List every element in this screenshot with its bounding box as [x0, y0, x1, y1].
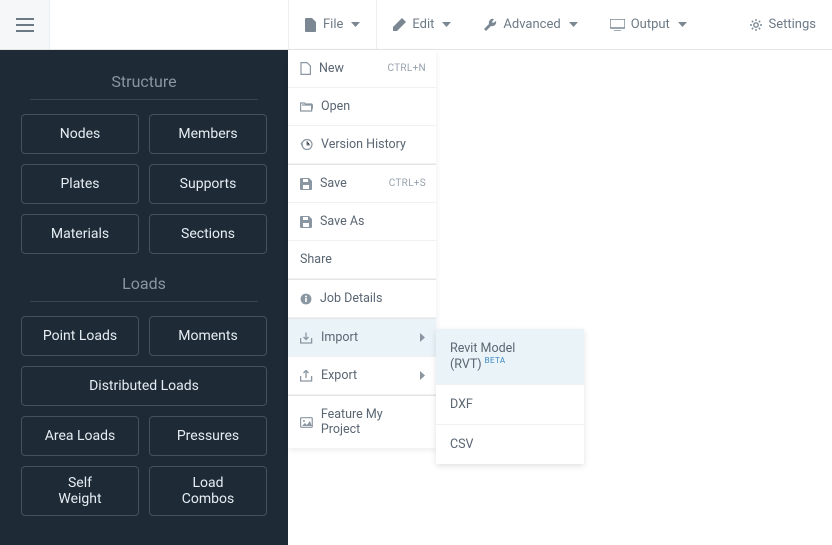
file-export[interactable]: Export	[288, 357, 436, 395]
chevron-down-icon	[351, 22, 360, 28]
file-feature-project[interactable]: Feature My Project	[288, 395, 436, 448]
structure-title: Structure	[30, 72, 258, 100]
menu-settings-label: Settings	[769, 17, 816, 32]
topbar: File Edit Advanced Output Settings	[0, 0, 832, 50]
menu-settings[interactable]: Settings	[733, 17, 832, 32]
materials-label: Materials	[51, 226, 109, 242]
self-weight-label-2: Weight	[58, 491, 101, 507]
chevron-down-icon	[442, 22, 451, 28]
self-weight-button[interactable]: Self Weight	[21, 466, 139, 516]
chevron-down-icon	[678, 22, 687, 28]
point-loads-label: Point Loads	[43, 328, 117, 344]
nodes-label: Nodes	[60, 126, 101, 142]
import-dxf-label: DXF	[450, 397, 473, 412]
area-loads-button[interactable]: Area Loads	[21, 416, 139, 456]
materials-button[interactable]: Materials	[21, 214, 139, 254]
file-share-label: Share	[300, 252, 332, 267]
chevron-down-icon	[569, 22, 578, 28]
file-open-label: Open	[321, 99, 350, 114]
moments-label: Moments	[178, 328, 237, 344]
file-new-shortcut: CTRL+N	[388, 63, 427, 74]
history-icon	[300, 138, 313, 151]
file-version-history[interactable]: Version History	[288, 126, 436, 164]
import-submenu: Revit Model (RVT)BETA DXF CSV	[436, 329, 584, 464]
load-combos-button[interactable]: Load Combos	[149, 466, 267, 516]
supports-button[interactable]: Supports	[149, 164, 267, 204]
file-feature-project-label: Feature My Project	[321, 407, 424, 437]
topbar-menu: File Edit Advanced Output	[288, 0, 703, 49]
point-loads-button[interactable]: Point Loads	[21, 316, 139, 356]
structure-section: Structure Nodes Members Plates Supports …	[18, 72, 270, 254]
sections-label: Sections	[181, 226, 235, 242]
import-csv[interactable]: CSV	[436, 425, 584, 464]
distributed-loads-button[interactable]: Distributed Loads	[21, 366, 267, 406]
pressures-button[interactable]: Pressures	[149, 416, 267, 456]
topbar-spacer	[50, 0, 288, 49]
load-combos-label-1: Load	[192, 475, 223, 491]
file-open[interactable]: Open	[288, 88, 436, 126]
file-save-as[interactable]: Save As	[288, 203, 436, 241]
file-icon	[300, 62, 311, 75]
nodes-button[interactable]: Nodes	[21, 114, 139, 154]
loads-title: Loads	[30, 274, 258, 302]
folder-open-icon	[300, 101, 313, 112]
plates-button[interactable]: Plates	[21, 164, 139, 204]
beta-badge: BETA	[485, 356, 506, 365]
menu-file-label: File	[323, 17, 343, 32]
members-button[interactable]: Members	[149, 114, 267, 154]
save-icon	[300, 216, 312, 228]
loads-section: Loads Point Loads Moments Distributed Lo…	[18, 274, 270, 516]
info-icon	[300, 293, 312, 305]
load-combos-label-2: Combos	[182, 491, 234, 507]
gear-icon	[749, 18, 763, 32]
plates-label: Plates	[60, 176, 99, 192]
file-icon	[305, 18, 317, 32]
import-dxf[interactable]: DXF	[436, 385, 584, 425]
distributed-loads-label: Distributed Loads	[89, 378, 199, 394]
file-new[interactable]: New CTRL+N	[288, 50, 436, 88]
file-export-label: Export	[321, 368, 357, 383]
chevron-right-icon	[420, 333, 426, 342]
file-job-details-label: Job Details	[320, 291, 382, 306]
menu-icon	[16, 18, 34, 32]
file-save-label: Save	[320, 176, 347, 191]
file-save[interactable]: Save CTRL+S	[288, 164, 436, 203]
file-new-label: New	[319, 61, 344, 76]
file-version-history-label: Version History	[321, 137, 406, 152]
wrench-icon	[483, 18, 497, 32]
moments-button[interactable]: Moments	[149, 316, 267, 356]
sidebar: Structure Nodes Members Plates Supports …	[0, 50, 288, 545]
image-icon	[300, 417, 313, 428]
export-icon	[300, 370, 313, 382]
file-job-details[interactable]: Job Details	[288, 279, 436, 318]
menu-edit[interactable]: Edit	[377, 0, 467, 49]
chevron-right-icon	[420, 371, 426, 380]
file-save-shortcut: CTRL+S	[389, 178, 426, 189]
save-icon	[300, 178, 312, 190]
supports-label: Supports	[180, 176, 237, 192]
area-loads-label: Area Loads	[45, 428, 116, 444]
file-import-label: Import	[321, 330, 358, 345]
pressures-label: Pressures	[177, 428, 239, 444]
menu-output-label: Output	[631, 17, 670, 32]
file-import[interactable]: Import	[288, 318, 436, 357]
import-icon	[300, 332, 313, 344]
menu-file[interactable]: File	[288, 0, 377, 49]
import-revit[interactable]: Revit Model (RVT)BETA	[436, 329, 584, 385]
menu-advanced-label: Advanced	[503, 17, 560, 32]
members-label: Members	[178, 126, 237, 142]
file-dropdown: New CTRL+N Open Version History Save CTR…	[288, 50, 436, 448]
pencil-icon	[393, 18, 406, 31]
file-share[interactable]: Share	[288, 241, 436, 279]
monitor-icon	[610, 19, 625, 31]
menu-edit-label: Edit	[412, 17, 434, 32]
self-weight-label-1: Self	[68, 475, 92, 491]
import-csv-label: CSV	[450, 437, 474, 452]
menu-output[interactable]: Output	[594, 0, 703, 49]
menu-advanced[interactable]: Advanced	[467, 0, 593, 49]
sections-button[interactable]: Sections	[149, 214, 267, 254]
hamburger-button[interactable]	[0, 0, 50, 49]
file-save-as-label: Save As	[320, 214, 364, 229]
